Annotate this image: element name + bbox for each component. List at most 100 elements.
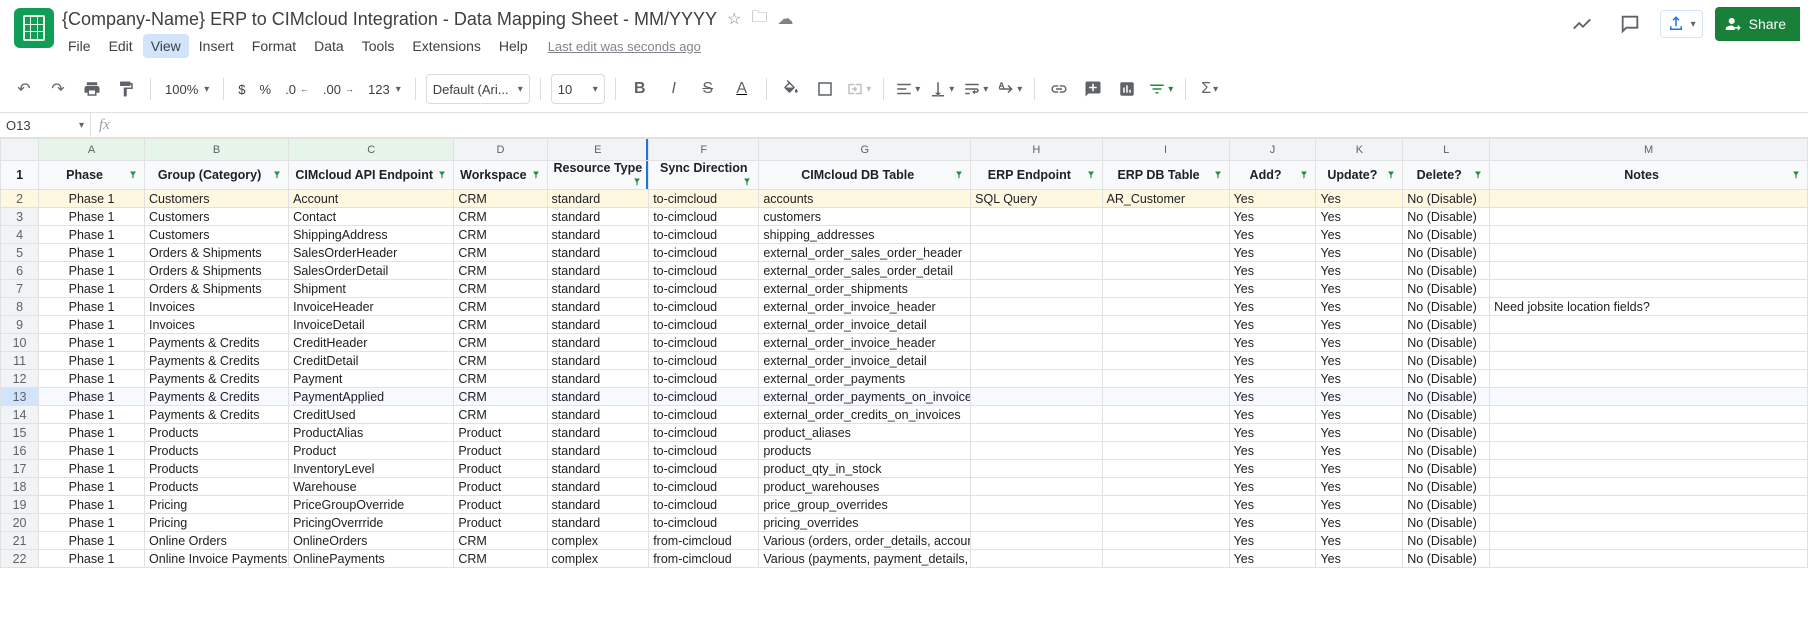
cell[interactable]: OnlineOrders bbox=[289, 532, 454, 550]
cell[interactable]: No (Disable) bbox=[1403, 532, 1490, 550]
cell[interactable]: external_order_sales_order_detail bbox=[759, 262, 971, 280]
cell[interactable]: external_order_credits_on_invoices bbox=[759, 406, 971, 424]
cell[interactable]: to-cimcloud bbox=[649, 244, 759, 262]
row-header[interactable]: 2 bbox=[1, 190, 39, 208]
cell[interactable]: No (Disable) bbox=[1403, 424, 1490, 442]
cell[interactable]: Account bbox=[289, 190, 454, 208]
cell[interactable] bbox=[1102, 424, 1229, 442]
cell[interactable] bbox=[1490, 514, 1808, 532]
cell[interactable]: PricingOverrride bbox=[289, 514, 454, 532]
cell[interactable]: Yes bbox=[1316, 550, 1403, 568]
header-cell[interactable]: Delete? bbox=[1403, 161, 1490, 190]
cell[interactable] bbox=[1102, 442, 1229, 460]
row-header[interactable]: 15 bbox=[1, 424, 39, 442]
cell[interactable]: Yes bbox=[1316, 298, 1403, 316]
row-header[interactable]: 18 bbox=[1, 478, 39, 496]
cell[interactable]: standard bbox=[547, 262, 649, 280]
cell[interactable]: Various (orders, order_details, accounts… bbox=[759, 532, 971, 550]
cell[interactable]: No (Disable) bbox=[1403, 334, 1490, 352]
cell[interactable]: No (Disable) bbox=[1403, 352, 1490, 370]
row-header[interactable]: 12 bbox=[1, 370, 39, 388]
cell[interactable] bbox=[1490, 460, 1808, 478]
cell[interactable]: Phase 1 bbox=[39, 280, 145, 298]
cell[interactable] bbox=[1490, 334, 1808, 352]
borders-button[interactable] bbox=[811, 75, 839, 103]
cell[interactable]: Yes bbox=[1316, 478, 1403, 496]
cell[interactable] bbox=[1102, 208, 1229, 226]
cell[interactable] bbox=[1102, 280, 1229, 298]
column-header-I[interactable]: I bbox=[1102, 139, 1229, 161]
cell[interactable]: CRM bbox=[454, 280, 547, 298]
horizontal-align-button[interactable]: ▾ bbox=[894, 75, 922, 103]
cell[interactable]: Yes bbox=[1229, 226, 1316, 244]
filter-button[interactable]: ▾ bbox=[1147, 75, 1175, 103]
header-cell[interactable]: CIMcloud API Endpoint bbox=[289, 161, 454, 190]
cell[interactable] bbox=[1102, 352, 1229, 370]
cell[interactable]: Phase 1 bbox=[39, 334, 145, 352]
row-header[interactable]: 17 bbox=[1, 460, 39, 478]
cell[interactable]: Phase 1 bbox=[39, 406, 145, 424]
cell[interactable]: Phase 1 bbox=[39, 496, 145, 514]
cell[interactable]: standard bbox=[547, 298, 649, 316]
cell[interactable]: No (Disable) bbox=[1403, 514, 1490, 532]
vertical-align-button[interactable]: ▾ bbox=[928, 75, 956, 103]
cell[interactable]: Yes bbox=[1229, 316, 1316, 334]
cell[interactable]: from-cimcloud bbox=[649, 532, 759, 550]
cell[interactable]: complex bbox=[547, 550, 649, 568]
cell[interactable]: Yes bbox=[1229, 244, 1316, 262]
cell[interactable]: SQL Query bbox=[971, 190, 1102, 208]
cell[interactable] bbox=[971, 244, 1102, 262]
cell[interactable]: to-cimcloud bbox=[649, 478, 759, 496]
cell[interactable] bbox=[1102, 460, 1229, 478]
cell[interactable]: No (Disable) bbox=[1403, 190, 1490, 208]
cell[interactable]: Yes bbox=[1316, 334, 1403, 352]
cell[interactable]: Orders & Shipments bbox=[145, 280, 289, 298]
text-rotation-button[interactable]: ▾ bbox=[996, 75, 1024, 103]
filter-icon[interactable] bbox=[126, 168, 140, 182]
cell[interactable]: accounts bbox=[759, 190, 971, 208]
cell[interactable]: product_qty_in_stock bbox=[759, 460, 971, 478]
cell[interactable]: Yes bbox=[1229, 208, 1316, 226]
cell[interactable]: Phase 1 bbox=[39, 190, 145, 208]
cell[interactable]: external_order_payments_on_invoices bbox=[759, 388, 971, 406]
cell[interactable]: No (Disable) bbox=[1403, 316, 1490, 334]
cell[interactable]: standard bbox=[547, 208, 649, 226]
cell[interactable] bbox=[1102, 244, 1229, 262]
cell[interactable]: standard bbox=[547, 424, 649, 442]
cell[interactable]: OnlinePayments bbox=[289, 550, 454, 568]
cell[interactable]: PriceGroupOverride bbox=[289, 496, 454, 514]
cell[interactable]: standard bbox=[547, 244, 649, 262]
cell[interactable]: Payments & Credits bbox=[145, 406, 289, 424]
cell[interactable]: Yes bbox=[1229, 280, 1316, 298]
cell[interactable]: Phase 1 bbox=[39, 550, 145, 568]
increase-decimal[interactable]: .00→ bbox=[319, 75, 358, 103]
cell[interactable]: Yes bbox=[1229, 298, 1316, 316]
cell[interactable]: Yes bbox=[1229, 442, 1316, 460]
cell[interactable]: Yes bbox=[1316, 316, 1403, 334]
cell[interactable] bbox=[1490, 316, 1808, 334]
cell[interactable] bbox=[971, 226, 1102, 244]
cell[interactable]: Product bbox=[454, 424, 547, 442]
cell[interactable]: to-cimcloud bbox=[649, 190, 759, 208]
cell[interactable]: CRM bbox=[454, 532, 547, 550]
cell[interactable]: standard bbox=[547, 370, 649, 388]
cell[interactable]: PaymentApplied bbox=[289, 388, 454, 406]
cell[interactable]: standard bbox=[547, 388, 649, 406]
cell[interactable] bbox=[1102, 532, 1229, 550]
cell[interactable]: Yes bbox=[1316, 496, 1403, 514]
cell[interactable]: Shipment bbox=[289, 280, 454, 298]
cell[interactable]: No (Disable) bbox=[1403, 388, 1490, 406]
cell[interactable]: standard bbox=[547, 460, 649, 478]
cell[interactable] bbox=[1102, 262, 1229, 280]
menu-extensions[interactable]: Extensions bbox=[404, 34, 488, 58]
header-cell[interactable]: Sync Direction bbox=[649, 161, 759, 190]
merge-cells-button[interactable]: ▾ bbox=[845, 75, 873, 103]
cell[interactable]: Phase 1 bbox=[39, 388, 145, 406]
cell[interactable]: to-cimcloud bbox=[649, 298, 759, 316]
column-header-A[interactable]: A bbox=[39, 139, 145, 161]
cell[interactable]: to-cimcloud bbox=[649, 352, 759, 370]
cell[interactable]: customers bbox=[759, 208, 971, 226]
cell[interactable]: Yes bbox=[1316, 388, 1403, 406]
cell[interactable]: Orders & Shipments bbox=[145, 262, 289, 280]
move-icon[interactable]: 🗀 bbox=[751, 6, 767, 33]
